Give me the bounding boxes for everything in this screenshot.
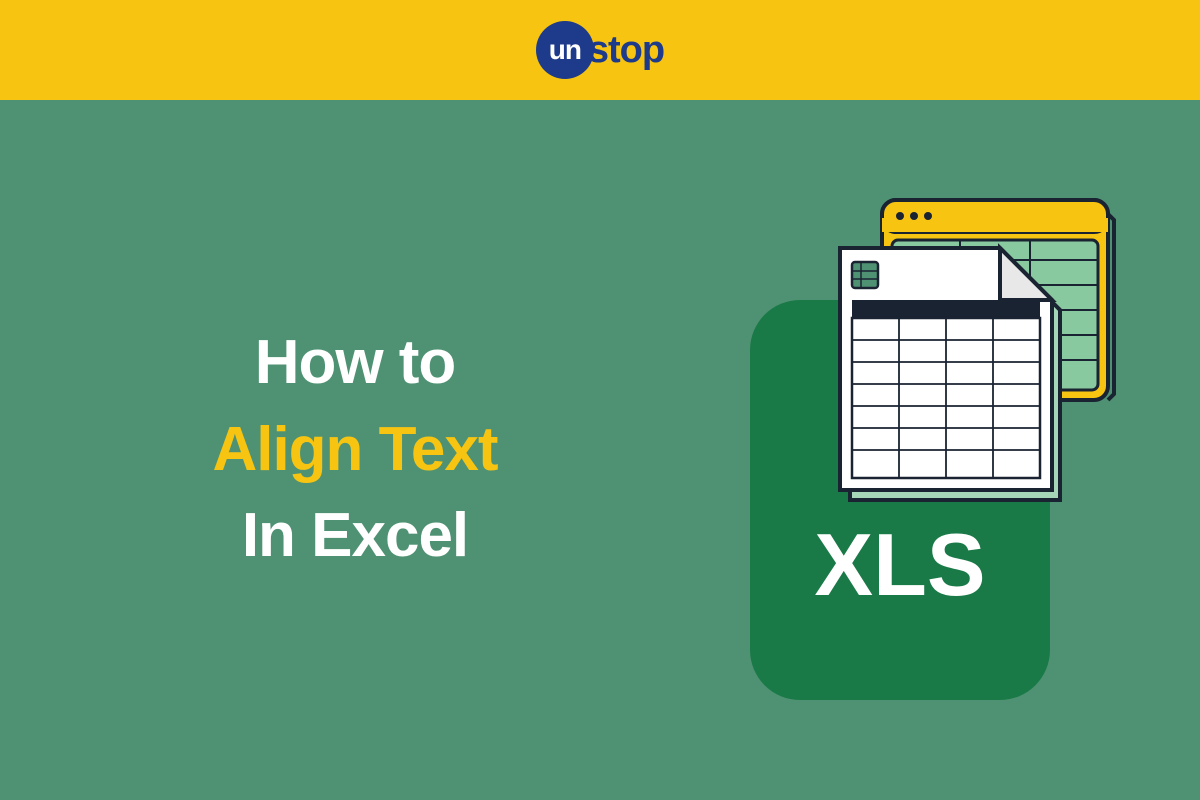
title-line-3: In Excel [140, 493, 570, 580]
header-banner: un stop [0, 0, 1200, 100]
main-content: How to Align Text In Excel [0, 100, 1200, 800]
title-block: How to Align Text In Excel [140, 320, 570, 580]
title-line-2: Align Text [140, 407, 570, 494]
xls-illustration: XLS [700, 170, 1120, 730]
logo-suffix: stop [588, 29, 664, 72]
logo-circle-icon: un [536, 21, 594, 79]
title-line-1: How to [140, 320, 570, 407]
logo-prefix: un [549, 34, 581, 66]
brand-logo: un stop [536, 21, 664, 79]
spreadsheet-document-icon [840, 248, 1060, 500]
xls-label: XLS [814, 515, 985, 614]
